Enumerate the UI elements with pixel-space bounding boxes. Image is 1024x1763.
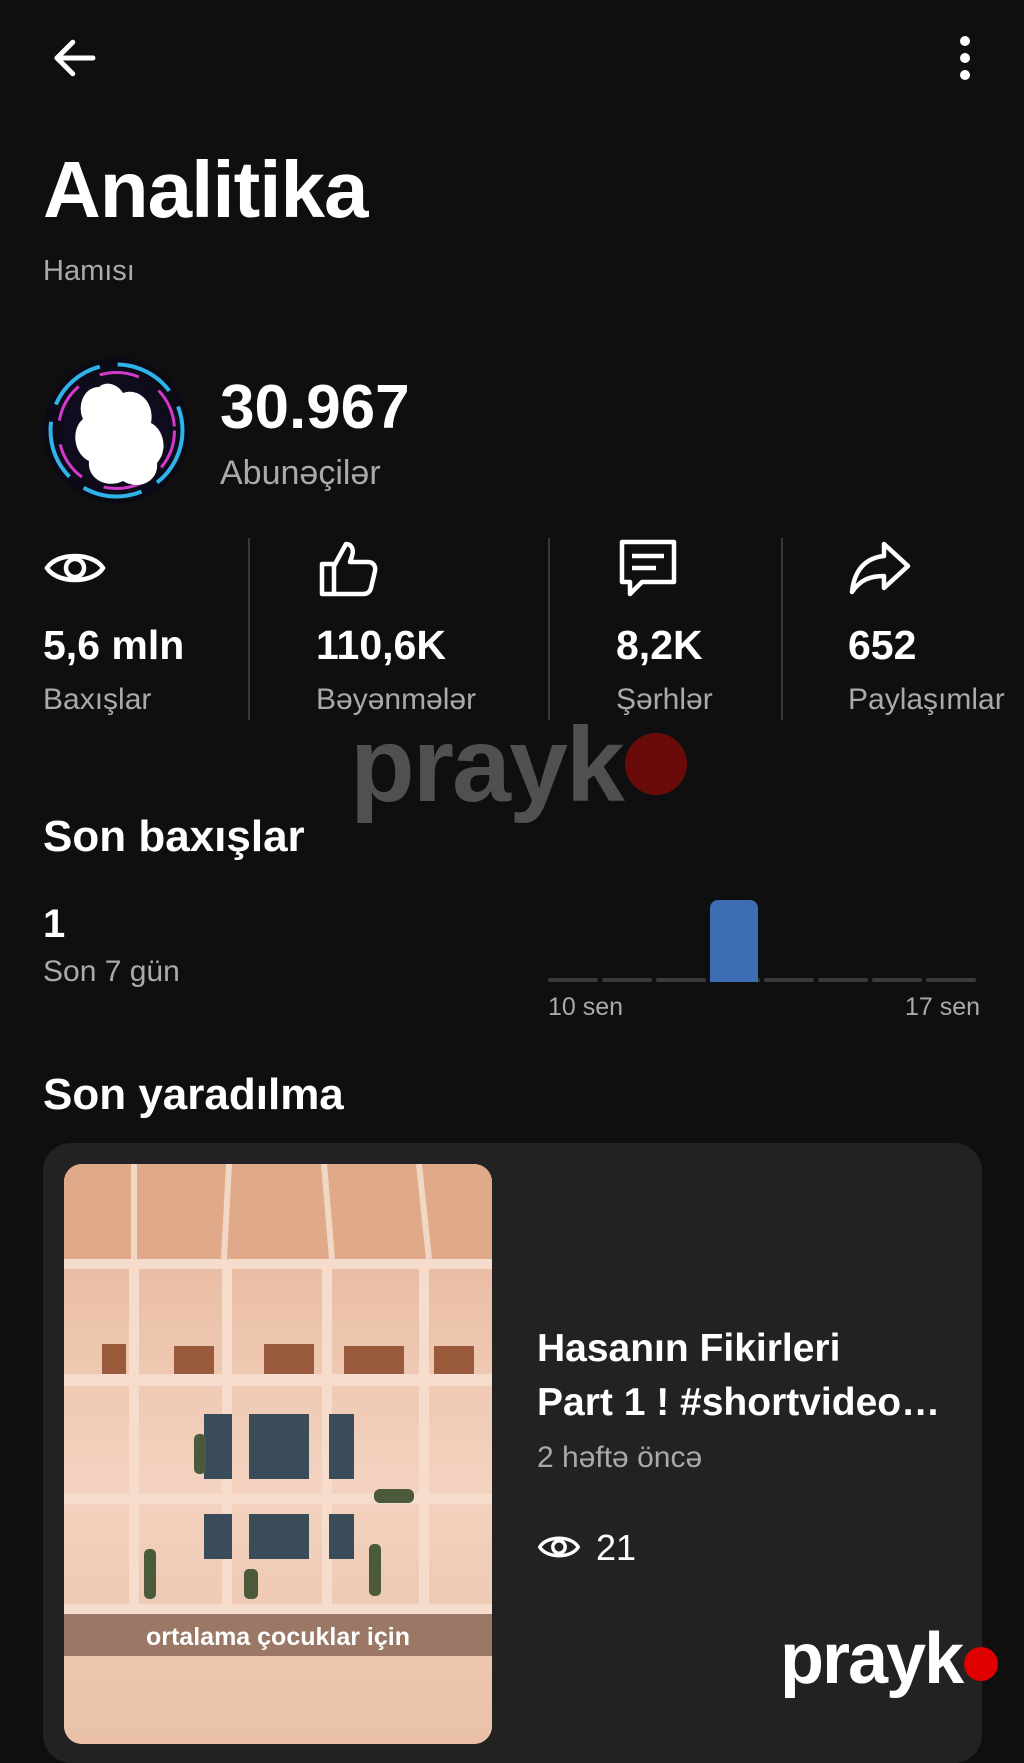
eye-icon bbox=[44, 553, 106, 583]
chart-baseline bbox=[548, 978, 598, 982]
chart-baseline bbox=[872, 978, 922, 982]
thumbnail-caption: ortalama çocuklar için bbox=[146, 1623, 410, 1651]
watermark-text: prayk bbox=[780, 1619, 964, 1699]
stat-divider bbox=[781, 538, 783, 720]
shares-label: Paylaşımlar bbox=[848, 683, 1005, 716]
chart-tick-label: 17 sen bbox=[904, 993, 980, 1021]
watermark-dot bbox=[964, 1647, 999, 1681]
more-vertical-icon bbox=[960, 36, 970, 80]
back-button[interactable] bbox=[38, 26, 112, 90]
recent-views-period: Son 7 gün bbox=[43, 955, 180, 988]
chart-tick-label: 10 sen bbox=[548, 993, 624, 1021]
watermark-logo-corner: prayk bbox=[780, 1618, 999, 1700]
page-subtitle: Hamısı bbox=[43, 255, 135, 287]
eye-icon bbox=[537, 1536, 581, 1558]
watermark-dot bbox=[624, 733, 687, 795]
recent-views-title: Son baxışlar bbox=[43, 812, 305, 861]
recent-views-chart: 10 sen 17 sen bbox=[548, 890, 980, 1022]
likes-value: 110,6K bbox=[316, 622, 446, 668]
recent-creation-title: Son yaradılma bbox=[43, 1070, 344, 1119]
video-title-line-1: Hasanın Fikirleri bbox=[537, 1327, 841, 1370]
video-time-ago: 2 həftə öncə bbox=[537, 1441, 703, 1474]
chart-baseline bbox=[656, 978, 706, 982]
stat-shares[interactable]: 652 Paylaşımlar bbox=[848, 536, 1018, 721]
thumbs-up-icon bbox=[319, 541, 378, 597]
video-view-count: 21 bbox=[596, 1527, 637, 1568]
chart-baseline bbox=[602, 978, 652, 982]
subscriber-label: Abunəçilər bbox=[220, 454, 381, 492]
arrow-left-icon bbox=[54, 39, 96, 77]
subscriber-count: 30.967 bbox=[220, 373, 410, 442]
chart-baseline bbox=[818, 978, 868, 982]
channel-avatar[interactable] bbox=[43, 357, 190, 504]
comments-value: 8,2K bbox=[616, 622, 703, 668]
more-options-button[interactable] bbox=[930, 26, 1000, 90]
views-label: Baxışlar bbox=[43, 683, 152, 716]
video-thumbnail[interactable]: ortalama çocuklar için bbox=[64, 1164, 492, 1744]
shares-value: 652 bbox=[848, 622, 917, 668]
recent-views-value: 1 bbox=[43, 902, 66, 946]
video-title-line-2: Part 1 ! #shortvideo… bbox=[537, 1381, 941, 1424]
comment-icon bbox=[619, 539, 677, 597]
chart-baseline bbox=[764, 978, 814, 982]
stat-divider bbox=[248, 538, 250, 720]
stat-likes[interactable]: 110,6K Bəyənmələr bbox=[316, 536, 546, 721]
views-value: 5,6 mln bbox=[43, 622, 185, 668]
thumbnail-image: ortalama çocuklar için bbox=[64, 1164, 492, 1744]
share-icon bbox=[849, 541, 911, 595]
stat-views[interactable]: 5,6 mln Baxışlar bbox=[43, 536, 243, 721]
chart-bar bbox=[710, 900, 758, 982]
page-title: Analitika bbox=[43, 145, 368, 234]
watermark-text: prayk bbox=[350, 706, 625, 824]
stat-comments[interactable]: 8,2K Şərhlər bbox=[616, 536, 776, 721]
stat-divider bbox=[548, 538, 550, 720]
chart-baseline bbox=[926, 978, 976, 982]
video-title[interactable]: Hasanın Fikirleri Part 1 ! #shortvideo… bbox=[537, 1322, 957, 1430]
watermark-logo: prayk bbox=[350, 705, 687, 826]
